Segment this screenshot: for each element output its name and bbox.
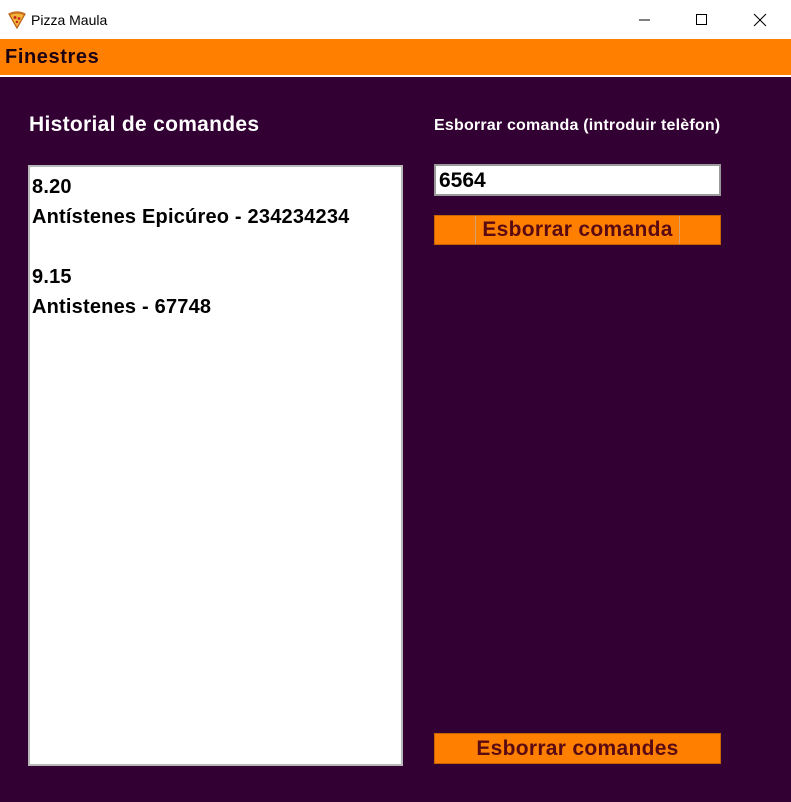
maximize-button[interactable] xyxy=(679,0,725,39)
close-button[interactable] xyxy=(737,0,783,39)
delete-order-label: Esborrar comanda (introduir telèfon) xyxy=(434,117,721,134)
phone-input[interactable] xyxy=(434,164,721,196)
menu-bar: Finestres xyxy=(0,39,791,75)
app-window: Pizza Maula Finestres Historial de coman… xyxy=(0,0,791,802)
delete-all-orders-button[interactable]: Esborrar comandes xyxy=(434,733,721,764)
order-history-textarea[interactable]: 8.20 Antístenes Epicúreo - 234234234 9.1… xyxy=(28,165,403,766)
close-icon xyxy=(753,13,767,26)
pizza-slice-icon xyxy=(8,11,26,30)
minimize-button[interactable] xyxy=(622,0,668,39)
main-panel: Historial de comandes 8.20 Antístenes Ep… xyxy=(0,77,791,802)
minimize-icon xyxy=(639,19,650,20)
maximize-icon xyxy=(696,13,707,25)
window-title: Pizza Maula xyxy=(31,12,108,28)
title-bar[interactable]: Pizza Maula xyxy=(0,0,791,39)
delete-order-button-label: Esborrar comanda xyxy=(475,216,680,244)
background-taskbar-remnant xyxy=(0,0,791,4)
history-title: Historial de comandes xyxy=(29,113,260,136)
order-history-text: 8.20 Antístenes Epicúreo - 234234234 9.1… xyxy=(32,176,350,318)
delete-order-button[interactable]: Esborrar comanda xyxy=(434,215,721,245)
menu-finestres[interactable]: Finestres xyxy=(5,46,99,69)
